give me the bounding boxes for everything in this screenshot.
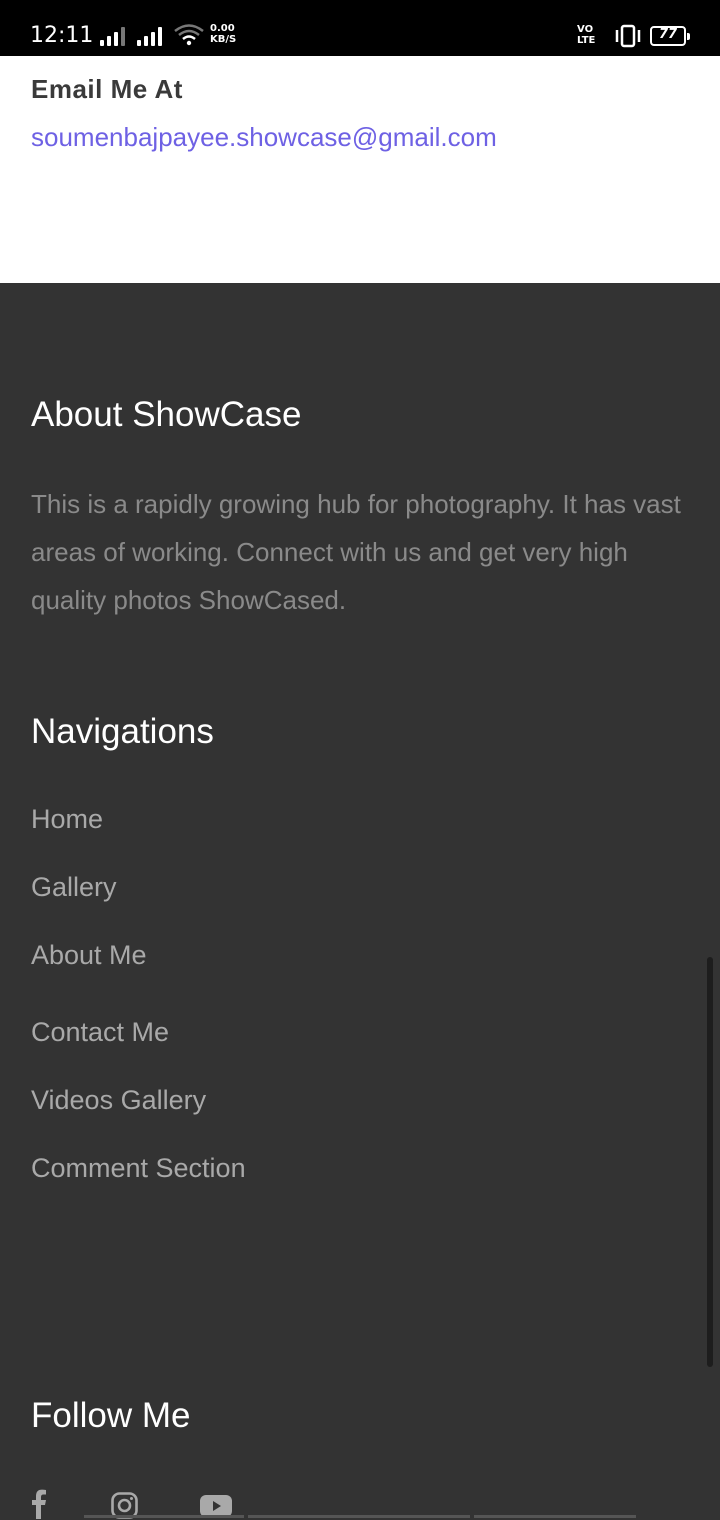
nav-item-comment-section[interactable]: Comment Section bbox=[31, 1153, 246, 1184]
follow-title: Follow Me bbox=[31, 1396, 191, 1435]
battery-level: 77 bbox=[658, 27, 678, 42]
vibrate-icon bbox=[615, 24, 641, 48]
speed-value: 0.00 bbox=[210, 23, 235, 34]
scrollbar[interactable] bbox=[707, 957, 713, 1367]
nav-item-videos-gallery[interactable]: Videos Gallery bbox=[31, 1085, 206, 1116]
status-time: 12:11 bbox=[30, 23, 94, 48]
nav-item-contact-me[interactable]: Contact Me bbox=[31, 1017, 169, 1048]
nav-item-gallery[interactable]: Gallery bbox=[31, 872, 117, 903]
footer: About ShowCase This is a rapidly growing… bbox=[0, 283, 720, 1520]
status-bar: 12:11 0.00 KB/S VO LTE 77 bbox=[0, 0, 720, 56]
footer-divider bbox=[84, 1515, 244, 1518]
facebook-icon[interactable] bbox=[31, 1489, 47, 1519]
email-heading: Email Me At bbox=[31, 74, 183, 104]
battery-icon: 77 bbox=[650, 26, 690, 46]
network-speed: 0.00 KB/S bbox=[210, 23, 236, 45]
volte-bottom: LTE bbox=[577, 35, 596, 46]
wifi-icon bbox=[174, 24, 204, 46]
about-title: About ShowCase bbox=[31, 395, 302, 434]
nav-item-home[interactable]: Home bbox=[31, 804, 103, 835]
volte-top: VO bbox=[577, 24, 594, 35]
footer-divider bbox=[474, 1515, 636, 1518]
email-link[interactable]: soumenbajpayee.showcase@gmail.com bbox=[31, 122, 497, 153]
footer-divider bbox=[248, 1515, 470, 1518]
navigations-title: Navigations bbox=[31, 712, 214, 751]
email-section: Email Me At soumenbajpayee.showcase@gmai… bbox=[0, 56, 720, 283]
speed-unit: KB/S bbox=[210, 34, 237, 45]
nav-item-about-me[interactable]: About Me bbox=[31, 940, 147, 971]
about-text: This is a rapidly growing hub for photog… bbox=[31, 489, 681, 615]
volte-icon: VO LTE bbox=[577, 24, 595, 46]
